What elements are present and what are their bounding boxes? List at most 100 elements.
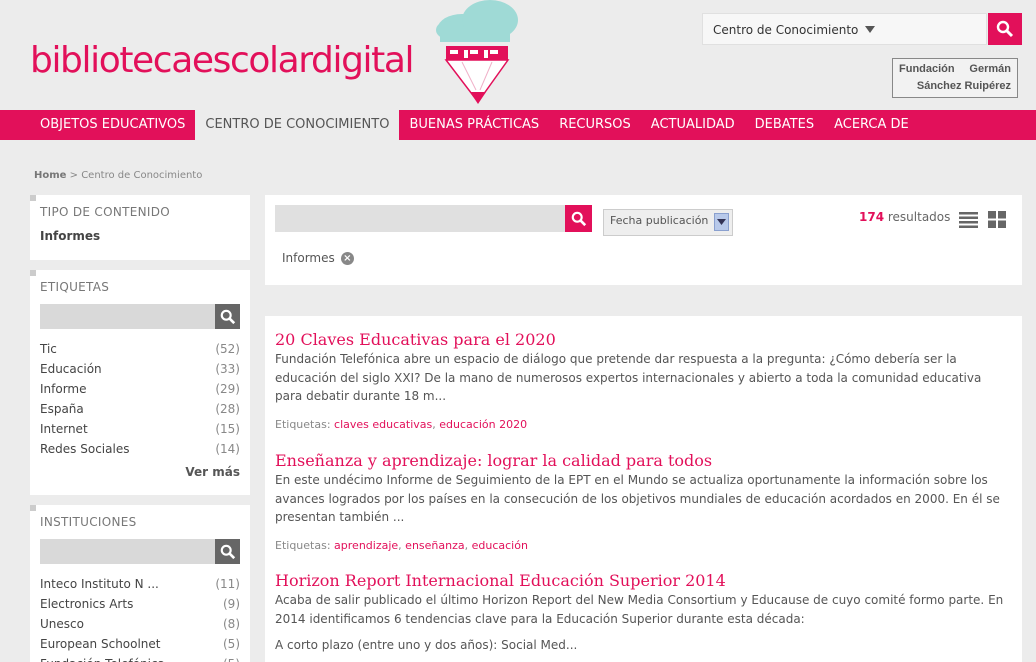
- item-label: European Schoolnet: [40, 637, 161, 651]
- result-description: En este undécimo Informe de Seguimiento …: [275, 473, 1000, 524]
- filter-etiquetas: ETIQUETAS Tic (52) Educación (33) Informe (…: [30, 270, 250, 495]
- results-count: 174 resultados: [859, 210, 950, 224]
- result-title[interactable]: Horizon Report Internacional Educación S…: [275, 571, 1010, 591]
- item-count: (9): [223, 597, 240, 611]
- result-tags: Etiquetas: aprendizaje, enseñanza, educa…: [275, 538, 528, 552]
- result-item: 20 Claves Educativas para el 2020 Fundac…: [275, 330, 1010, 431]
- filter-tipo-contenido: TIPO DE CONTENIDO Informes: [30, 195, 250, 260]
- institution-search-input[interactable]: [40, 539, 240, 564]
- nav-acerca-de[interactable]: ACERCA DE: [824, 110, 919, 140]
- nav-objetos-educativos[interactable]: OBJETOS EDUCATIVOS: [30, 110, 195, 140]
- top-search-button[interactable]: [988, 13, 1022, 45]
- search-icon: [571, 211, 586, 226]
- breadcrumb-home[interactable]: Home: [34, 170, 66, 181]
- list-view-icon[interactable]: [959, 211, 978, 228]
- site-logo[interactable]: bibliotecaescolardigital: [30, 40, 415, 81]
- box-corner: [30, 505, 36, 511]
- sponsor-text-1: Fundación: [899, 63, 955, 75]
- item-label: Electronics Arts: [40, 597, 134, 611]
- search-icon: [996, 20, 1014, 38]
- tag-search-input[interactable]: [40, 304, 240, 329]
- nav-buenas-practicas[interactable]: BUENAS PRÁCTICAS: [399, 110, 549, 140]
- logo-text-1: biblioteca: [30, 40, 193, 81]
- list-item[interactable]: Fundación Telefónica (5): [40, 654, 240, 662]
- box-corner: [30, 195, 36, 201]
- filter-instituciones: INSTITUCIONES Inteco Instituto N ... (11)…: [30, 505, 250, 662]
- result-title[interactable]: Enseñanza y aprendizaje: lograr la calid…: [275, 451, 1010, 471]
- filter-title: INSTITUCIONES: [40, 515, 137, 529]
- item-count: (33): [215, 362, 240, 376]
- item-count: (14): [215, 442, 240, 456]
- tag-link[interactable]: aprendizaje: [334, 539, 398, 552]
- list-item[interactable]: Redes Sociales (14): [40, 439, 240, 459]
- nav-recursos[interactable]: RECURSOS: [549, 110, 641, 140]
- results-search-button[interactable]: [565, 205, 592, 232]
- result-item: Enseñanza y aprendizaje: lograr la calid…: [275, 451, 1010, 552]
- item-count: (52): [215, 342, 240, 356]
- sponsor-logo[interactable]: Fundación Germán Sánchez Ruipérez: [892, 58, 1018, 98]
- tags-label: Etiquetas:: [275, 417, 331, 431]
- filter-value[interactable]: Informes: [40, 229, 250, 243]
- institution-search-button[interactable]: [215, 539, 240, 564]
- search-icon: [220, 309, 235, 324]
- grid-view-icon[interactable]: [988, 211, 1006, 228]
- tag-link[interactable]: educación: [472, 539, 528, 552]
- item-count: (5): [223, 654, 240, 662]
- item-label: España: [40, 402, 84, 416]
- item-label: Informe: [40, 382, 87, 396]
- item-count: (28): [215, 402, 240, 416]
- result-title[interactable]: 20 Claves Educativas para el 2020: [275, 330, 1010, 350]
- item-label: Redes Sociales: [40, 442, 130, 456]
- item-label: Internet: [40, 422, 88, 436]
- sponsor-text-2: Germán: [969, 63, 1011, 75]
- results-count-label: resultados: [884, 210, 951, 224]
- item-label: Tic: [40, 342, 57, 356]
- breadcrumb-separator: >: [66, 170, 82, 181]
- filter-title: TIPO DE CONTENIDO: [40, 205, 171, 219]
- sort-select-value: Fecha publicación: [610, 214, 709, 227]
- tag-link[interactable]: enseñanza: [405, 539, 464, 552]
- list-item[interactable]: Inteco Instituto N ... (11): [40, 574, 240, 594]
- search-icon: [220, 544, 235, 559]
- sort-select[interactable]: Fecha publicación: [603, 209, 733, 236]
- list-item[interactable]: Informe (29): [40, 379, 240, 399]
- tag-link[interactable]: claves educativas: [334, 418, 432, 431]
- tag-link[interactable]: educación 2020: [439, 418, 527, 431]
- list-item[interactable]: Educación (33): [40, 359, 240, 379]
- chip-label: Informes: [282, 251, 335, 265]
- item-label: Educación: [40, 362, 102, 376]
- close-icon[interactable]: ×: [340, 251, 354, 265]
- see-more-link[interactable]: Ver más: [30, 465, 240, 479]
- nav-centro-de-conocimiento[interactable]: CENTRO DE CONOCIMIENTO: [195, 110, 400, 140]
- logo-text-2: escolar: [191, 40, 313, 81]
- list-item[interactable]: Internet (15): [40, 419, 240, 439]
- results-search-input[interactable]: [275, 205, 565, 232]
- results-count-number: 174: [859, 210, 885, 224]
- site-section-select-label: Centro de Conocimiento: [713, 23, 859, 37]
- site-section-select[interactable]: Centro de Conocimiento: [702, 13, 987, 45]
- item-count: (15): [215, 422, 240, 436]
- list-item[interactable]: España (28): [40, 399, 240, 419]
- tags-label: Etiquetas:: [275, 538, 331, 552]
- site-header: bibliotecaescolardigital Centro de Conoc…: [0, 0, 1036, 110]
- tag-list: Tic (52) Educación (33) Informe (29) España…: [40, 339, 240, 459]
- item-count: (5): [223, 637, 240, 651]
- item-label: Inteco Instituto N ...: [40, 577, 159, 591]
- list-item[interactable]: Electronics Arts (9): [40, 594, 240, 614]
- item-count: (8): [223, 617, 240, 631]
- breadcrumb-current: Centro de Conocimiento: [81, 170, 203, 181]
- tag-search-button[interactable]: [215, 304, 240, 329]
- result-tags: Etiquetas: claves educativas, educación …: [275, 417, 528, 431]
- nav-actualidad[interactable]: ACTUALIDAD: [641, 110, 745, 140]
- item-count: (11): [215, 577, 240, 591]
- breadcrumb: Home > Centro de Conocimiento: [34, 170, 202, 181]
- list-item[interactable]: Unesco (8): [40, 614, 240, 634]
- result-description-more: A corto plazo (entre uno y dos años): So…: [275, 638, 578, 652]
- list-item[interactable]: Tic (52): [40, 339, 240, 359]
- list-item[interactable]: European Schoolnet (5): [40, 634, 240, 654]
- item-label: Unesco: [40, 617, 84, 631]
- result-description: Acaba de salir publicado el último Horiz…: [275, 593, 1004, 626]
- nav-debates[interactable]: DEBATES: [745, 110, 824, 140]
- logo-text-3: digital: [311, 40, 414, 81]
- box-corner: [30, 270, 36, 276]
